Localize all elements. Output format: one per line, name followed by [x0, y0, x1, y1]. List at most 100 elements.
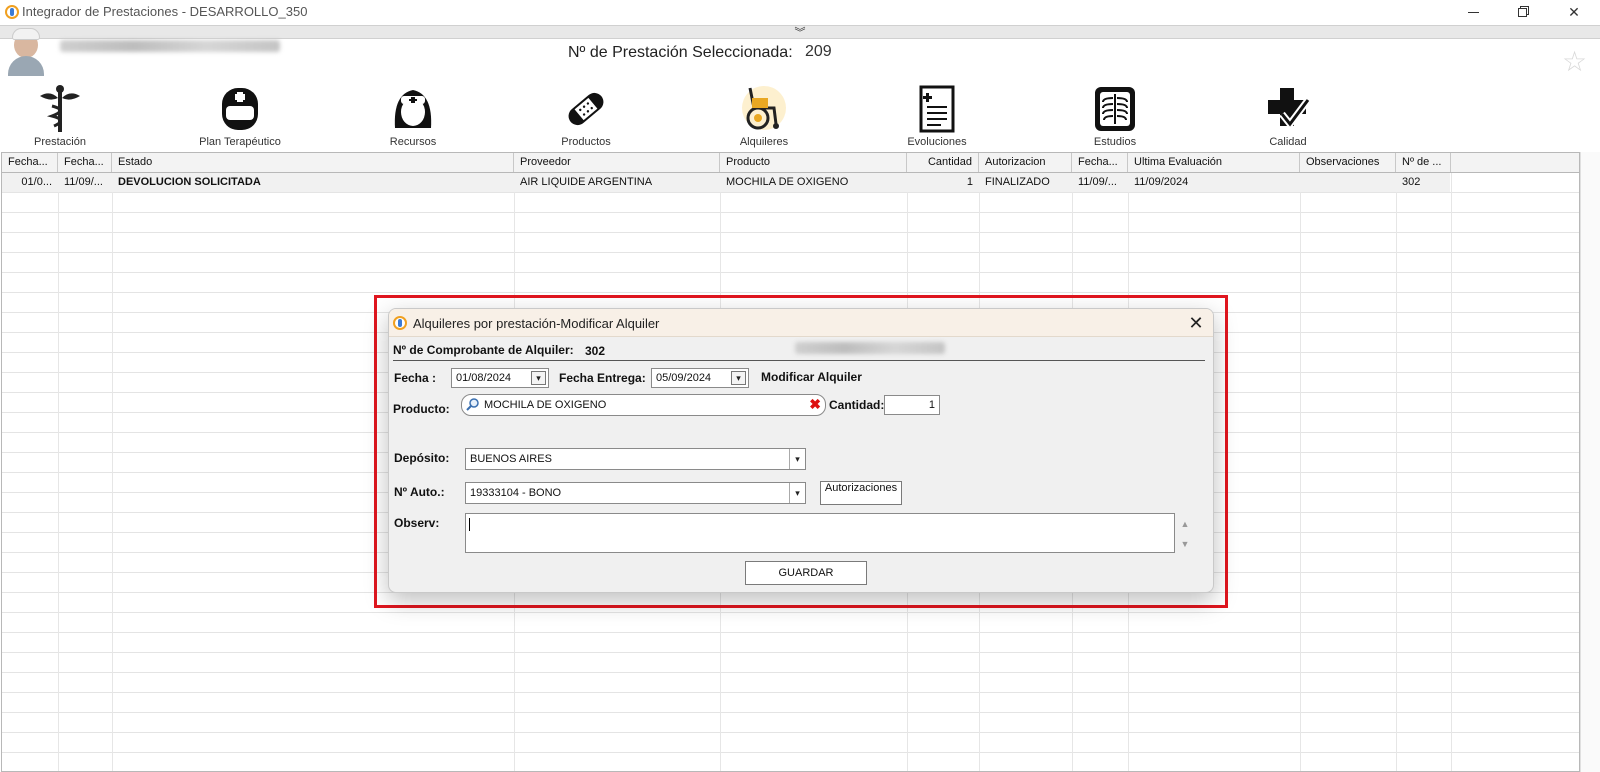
toolbar-label: Prestación: [34, 136, 86, 148]
dialog-title: Alquileres por prestación-Modificar Alqu…: [413, 316, 660, 331]
patient-info-redacted: [795, 342, 945, 354]
table-cell: 11/09/...: [1078, 176, 1117, 188]
autorizaciones-button[interactable]: Autorizaciones: [820, 481, 902, 505]
toolbar-prestacion[interactable]: Prestación: [0, 82, 130, 150]
toolbar-label: Recursos: [389, 136, 437, 148]
column-header[interactable]: Observaciones: [1300, 153, 1396, 172]
observ-label: Observ:: [394, 516, 440, 530]
wheelchair-icon: [742, 86, 786, 130]
main-toolbar: Prestación Plan Terapéutico Recursos Pro…: [0, 82, 1600, 150]
modificar-alquiler-dialog: Alquileres por prestación-Modificar Alqu…: [388, 308, 1214, 593]
producto-search-field[interactable]: MOCHILA DE OXIGENO ✖: [461, 394, 826, 416]
nurse-cap-icon: [222, 88, 258, 130]
column-header[interactable]: Cantidad: [907, 153, 979, 172]
deposito-value: BUENOS AIRES: [470, 453, 552, 465]
search-icon: [466, 398, 479, 411]
toolbar-estudios[interactable]: Estudios: [1045, 82, 1185, 150]
fecha-entrega-date-field[interactable]: 05/09/2024 ▾: [651, 368, 749, 388]
fecha-date-field[interactable]: 01/08/2024 ▾: [451, 368, 549, 388]
toolbar-label: Calidad: [1269, 136, 1307, 148]
quality-cross-icon: [1268, 88, 1311, 130]
column-header[interactable]: Proveedor: [514, 153, 720, 172]
deposito-select[interactable]: BUENOS AIRES ▾: [465, 448, 806, 470]
text-caret: [469, 518, 470, 531]
comprobante-label: Nº de Comprobante de Alquiler:: [393, 343, 574, 357]
close-icon[interactable]: ✕: [1185, 312, 1207, 334]
scroll-down-icon[interactable]: ▼: [1179, 534, 1191, 554]
xray-icon: [1095, 87, 1135, 131]
toolbar-label: Estudios: [1093, 136, 1137, 148]
fecha-entrega-calendar-button[interactable]: ▾: [731, 371, 746, 385]
fecha-calendar-button[interactable]: ▾: [531, 371, 546, 385]
document-icon: [919, 85, 955, 133]
auto-select[interactable]: 19333104 - BONO ▾: [465, 482, 806, 504]
scroll-up-icon[interactable]: ▲: [1179, 514, 1191, 534]
app-icon: [5, 5, 19, 19]
fecha-entrega-label: Fecha Entrega:: [559, 371, 646, 385]
selected-prestacion-value: 209: [805, 43, 832, 60]
dialog-app-icon: [393, 316, 407, 330]
column-header[interactable]: Estado: [112, 153, 514, 172]
toolbar-label: Productos: [561, 136, 611, 148]
toolbar-calidad[interactable]: Calidad: [1218, 82, 1358, 150]
clear-icon[interactable]: ✖: [809, 396, 821, 412]
star-icon[interactable]: ☆: [1562, 48, 1587, 76]
dialog-title-bar: Alquileres por prestación-Modificar Alqu…: [389, 309, 1213, 337]
toolbar-label: Plan Terapéutico: [199, 136, 281, 148]
guardar-button[interactable]: GUARDAR: [745, 561, 867, 585]
column-header[interactable]: Producto: [720, 153, 907, 172]
restore-icon: [1517, 8, 1527, 17]
grid-vertical-scrollbar[interactable]: [1580, 152, 1600, 772]
toolbar-label: Alquileres: [739, 136, 789, 148]
toolbar-recursos[interactable]: Recursos: [343, 82, 483, 150]
fecha-value: 01/08/2024: [456, 372, 512, 384]
minimize-icon: [1467, 12, 1479, 13]
table-cell: 1: [966, 176, 973, 188]
table-cell: 11/09/...: [64, 176, 103, 188]
column-header[interactable]: Fecha...: [58, 153, 112, 172]
minimize-button[interactable]: [1450, 0, 1496, 25]
table-cell: 302: [1402, 176, 1421, 188]
table-cell: DEVOLUCION SOLICITADA: [118, 176, 261, 188]
producto-label: Producto:: [393, 402, 450, 416]
toolbar-evoluciones[interactable]: Evoluciones: [867, 82, 1007, 150]
window-title-bar: Integrador de Prestaciones - DESARROLLO_…: [0, 0, 1600, 25]
auto-value: 19333104 - BONO: [470, 487, 562, 499]
bandage-icon: [568, 92, 604, 126]
column-header[interactable]: Fecha...: [2, 153, 58, 172]
column-header[interactable]: Nº de ...: [1396, 153, 1451, 172]
fecha-label: Fecha :: [394, 371, 437, 385]
caduceus-icon: [40, 85, 80, 132]
table-row[interactable]: 01/0... 11/09/... DEVOLUCION SOLICITADA …: [2, 173, 1450, 192]
toolbar-productos[interactable]: Productos: [516, 82, 656, 150]
table-cell: [1300, 173, 1396, 192]
toolbar-plan-terapeutico[interactable]: Plan Terapéutico: [170, 82, 310, 150]
toolbar-alquileres[interactable]: Alquileres: [694, 82, 834, 150]
cantidad-input[interactable]: 1: [884, 395, 940, 415]
chevron-down-icon[interactable]: ▾: [789, 483, 805, 503]
avatar: [6, 28, 46, 76]
table-cell: FINALIZADO: [985, 176, 1050, 188]
table-cell: 01/0...: [21, 176, 52, 188]
mode-label: Modificar Alquiler: [761, 370, 862, 384]
producto-value: MOCHILA DE OXIGENO: [484, 399, 607, 411]
table-cell: AIR LIQUIDE ARGENTINA: [520, 176, 653, 188]
collapse-header-button[interactable]: ︾: [0, 25, 1600, 39]
nurse-icon: [394, 90, 432, 128]
fecha-entrega-value: 05/09/2024: [656, 372, 712, 384]
observ-scrollbar[interactable]: ▲ ▼: [1179, 514, 1191, 554]
restore-button[interactable]: [1499, 0, 1545, 25]
chevron-double-down-icon: ︾: [794, 27, 806, 39]
column-header[interactable]: Autorizacion: [979, 153, 1072, 172]
selected-prestacion-label: Nº de Prestación Seleccionada:: [568, 44, 793, 61]
column-header[interactable]: Fecha...: [1072, 153, 1128, 172]
chevron-down-icon[interactable]: ▾: [789, 449, 805, 469]
patient-name-redacted: [60, 40, 280, 52]
table-cell: 11/09/2024: [1134, 176, 1189, 188]
observ-textarea[interactable]: [465, 513, 1175, 553]
column-header[interactable]: Ultima Evaluación: [1128, 153, 1300, 172]
toolbar-label: Evoluciones: [907, 136, 967, 148]
table-cell: MOCHILA DE OXIGENO: [726, 176, 849, 188]
close-window-button[interactable]: ✕: [1551, 0, 1597, 25]
grid-header: Fecha... Fecha... Estado Proveedor Produ…: [2, 153, 1579, 173]
